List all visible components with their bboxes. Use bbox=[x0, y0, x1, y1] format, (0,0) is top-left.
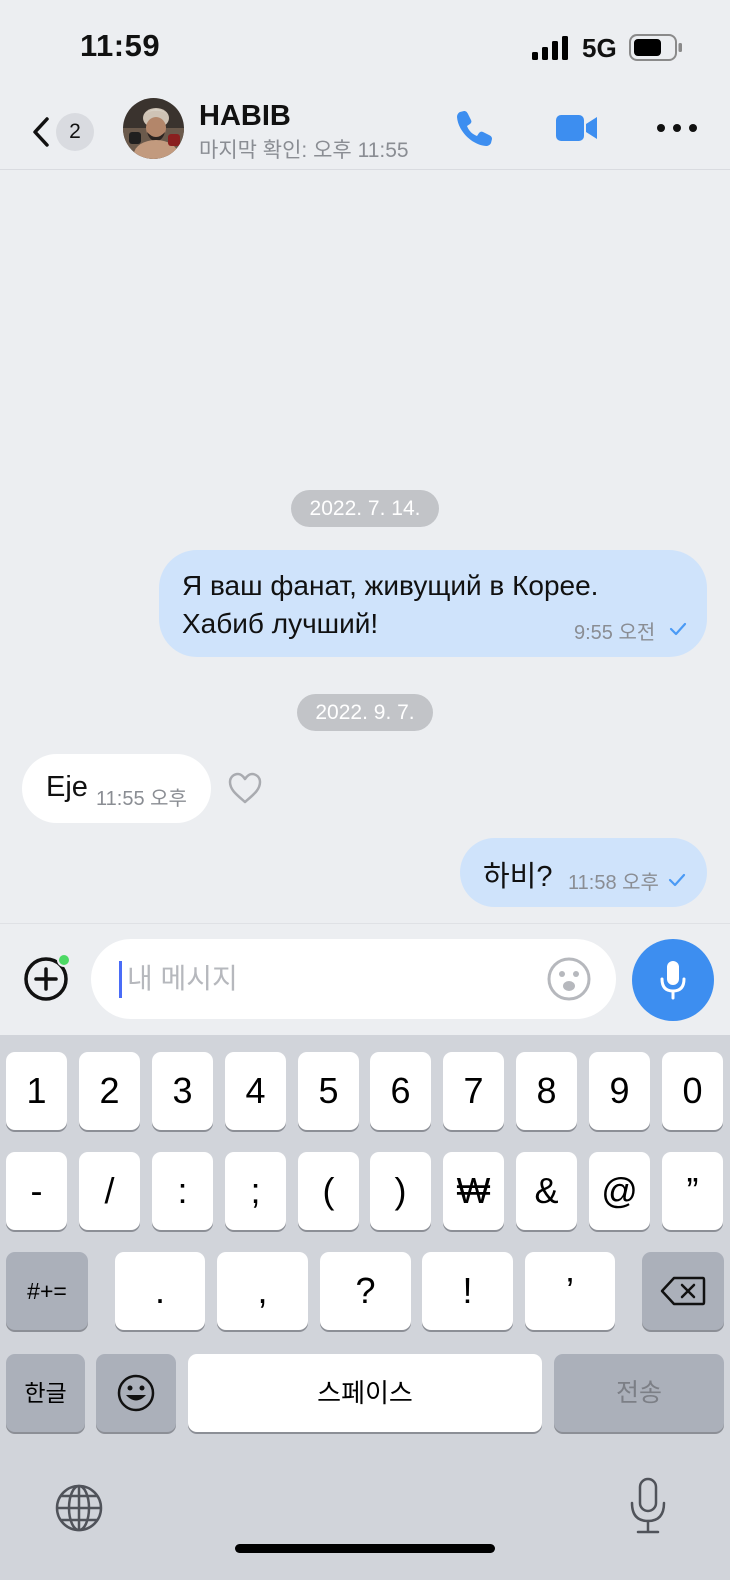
key-semicolon[interactable]: ; bbox=[225, 1152, 286, 1230]
emoji-face-icon[interactable] bbox=[546, 956, 592, 1002]
key-1[interactable]: 1 bbox=[6, 1052, 67, 1130]
key-comma[interactable]: , bbox=[217, 1252, 308, 1330]
key-exclamation[interactable]: ! bbox=[422, 1252, 513, 1330]
message-time: 11:58 오후 bbox=[568, 872, 659, 894]
voice-message-button[interactable] bbox=[632, 939, 714, 1021]
backspace-key[interactable] bbox=[642, 1252, 724, 1330]
read-check-icon bbox=[668, 873, 686, 887]
key-won[interactable]: ₩ bbox=[443, 1152, 504, 1230]
date-separator: 2022. 7. 14. bbox=[291, 490, 439, 527]
outgoing-message[interactable]: Я ваш фанат, живущий в Корее. Хабиб лучш… bbox=[159, 550, 707, 657]
message-time: 11:55 오후 bbox=[96, 788, 187, 810]
message-input-container[interactable] bbox=[91, 939, 616, 1019]
network-type: 5G bbox=[582, 33, 617, 63]
key-more-symbols[interactable]: #+= bbox=[6, 1252, 88, 1330]
key-8[interactable]: 8 bbox=[516, 1052, 577, 1130]
outgoing-message[interactable]: 하비? 11:58 오후 bbox=[460, 838, 707, 907]
key-open-paren[interactable]: ( bbox=[298, 1152, 359, 1230]
status-bar: 11:59 5G bbox=[0, 0, 730, 96]
key-hyphen[interactable]: - bbox=[6, 1152, 67, 1230]
status-time: 11:59 bbox=[80, 28, 161, 63]
signal-icon bbox=[532, 36, 568, 60]
contact-name[interactable]: HABIB bbox=[199, 100, 291, 133]
backspace-icon bbox=[660, 1276, 706, 1306]
message-composer bbox=[0, 923, 730, 1035]
key-3[interactable]: 3 bbox=[152, 1052, 213, 1130]
video-camera-icon[interactable] bbox=[556, 112, 598, 144]
globe-icon[interactable] bbox=[54, 1483, 104, 1533]
key-9[interactable]: 9 bbox=[589, 1052, 650, 1130]
new-indicator-dot bbox=[57, 953, 71, 967]
keyboard: 1 2 3 4 5 6 7 8 9 0 - / : ; ( ) ₩ & @ ” … bbox=[0, 1035, 730, 1580]
back-button[interactable]: 2 bbox=[28, 110, 98, 152]
date-separator: 2022. 9. 7. bbox=[297, 694, 433, 731]
heart-icon[interactable] bbox=[227, 771, 263, 805]
message-input[interactable] bbox=[127, 957, 527, 1001]
key-at[interactable]: @ bbox=[589, 1152, 650, 1230]
last-seen-status: 마지막 확인: 오후 11:55 bbox=[199, 139, 409, 162]
emoji-key[interactable] bbox=[96, 1354, 176, 1432]
key-7[interactable]: 7 bbox=[443, 1052, 504, 1130]
chat-header: 2 HABIB 마지막 확인: 오후 11:55 bbox=[0, 96, 730, 170]
message-text: 하비? bbox=[483, 861, 553, 893]
unread-count-badge: 2 bbox=[56, 113, 94, 151]
key-close-paren[interactable]: ) bbox=[370, 1152, 431, 1230]
key-quote[interactable]: ” bbox=[662, 1152, 723, 1230]
battery-icon bbox=[629, 34, 682, 61]
key-2[interactable]: 2 bbox=[79, 1052, 140, 1130]
key-question[interactable]: ? bbox=[320, 1252, 411, 1330]
message-line: Я ваш фанат, живущий в Корее. bbox=[182, 570, 599, 601]
message-text: Eje bbox=[46, 771, 88, 803]
avatar-photo bbox=[123, 98, 184, 159]
key-apostrophe[interactable]: ’ bbox=[525, 1252, 615, 1330]
home-indicator[interactable] bbox=[235, 1544, 495, 1553]
key-5[interactable]: 5 bbox=[298, 1052, 359, 1130]
dictation-mic-icon[interactable] bbox=[628, 1477, 668, 1535]
message-time: 9:55 오전 bbox=[574, 622, 656, 644]
phone-icon[interactable] bbox=[455, 108, 495, 148]
avatar[interactable] bbox=[123, 98, 184, 159]
more-dots-icon[interactable] bbox=[656, 122, 698, 134]
key-period[interactable]: . bbox=[115, 1252, 205, 1330]
key-6[interactable]: 6 bbox=[370, 1052, 431, 1130]
space-key[interactable]: 스페이스 bbox=[188, 1354, 542, 1432]
send-key[interactable]: 전송 bbox=[554, 1354, 724, 1432]
key-colon[interactable]: : bbox=[152, 1152, 213, 1230]
key-4[interactable]: 4 bbox=[225, 1052, 286, 1130]
emoji-key-icon bbox=[117, 1374, 155, 1412]
back-chevron-icon bbox=[33, 117, 49, 147]
key-hangul[interactable]: 한글 bbox=[6, 1354, 85, 1432]
microphone-icon bbox=[660, 961, 686, 1000]
key-slash[interactable]: / bbox=[79, 1152, 140, 1230]
read-check-icon bbox=[669, 622, 687, 636]
key-ampersand[interactable]: & bbox=[516, 1152, 577, 1230]
key-0[interactable]: 0 bbox=[662, 1052, 723, 1130]
text-caret bbox=[119, 961, 122, 998]
incoming-message[interactable]: Eje 11:55 오후 bbox=[22, 754, 211, 823]
